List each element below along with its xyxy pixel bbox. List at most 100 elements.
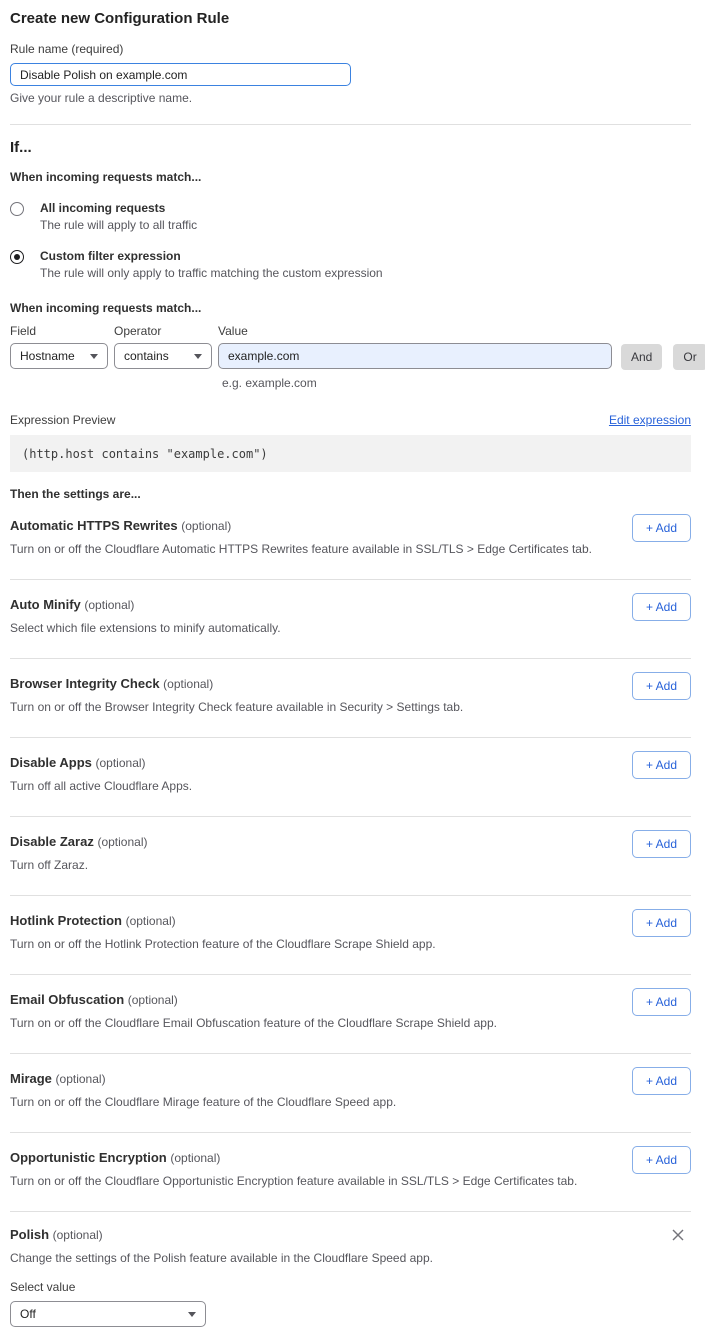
add-setting-button[interactable]: + Add <box>632 1146 691 1174</box>
operator-select[interactable]: contains <box>114 343 212 369</box>
setting-name: Mirage <box>10 1071 52 1086</box>
setting-row: Email Obfuscation (optional) Turn on or … <box>10 975 691 1054</box>
radio-option-label: All incoming requests <box>40 201 197 215</box>
close-icon[interactable] <box>671 1228 685 1242</box>
add-setting-button[interactable]: + Add <box>632 751 691 779</box>
setting-name: Polish <box>10 1227 49 1242</box>
polish-value-select[interactable]: Off <box>10 1301 206 1327</box>
operator-select-value: contains <box>124 349 169 363</box>
setting-title: Polish (optional) <box>10 1227 691 1242</box>
select-value-label: Select value <box>10 1280 691 1294</box>
if-heading: If... <box>10 139 691 156</box>
rule-name-label: Rule name (required) <box>10 42 691 56</box>
value-help-text: e.g. example.com <box>222 376 691 390</box>
setting-optional-tag: (optional) <box>84 598 134 612</box>
radio-option-label: Custom filter expression <box>40 249 383 263</box>
setting-optional-tag: (optional) <box>181 519 231 533</box>
setting-title: Opportunistic Encryption (optional) <box>10 1150 691 1165</box>
radio-option-custom-filter-expression[interactable]: Custom filter expression The rule will o… <box>10 249 691 280</box>
setting-name: Email Obfuscation <box>10 992 124 1007</box>
expression-builder-heading: When incoming requests match... <box>10 301 691 315</box>
expression-builder-row: Field Hostname Operator contains Value A… <box>10 324 691 370</box>
radio-option-description: The rule will only apply to traffic matc… <box>40 266 383 280</box>
add-setting-button[interactable]: + Add <box>632 830 691 858</box>
setting-optional-tag: (optional) <box>96 756 146 770</box>
setting-title: Mirage (optional) <box>10 1071 691 1086</box>
setting-description: Turn on or off the Cloudflare Email Obfu… <box>10 1016 691 1030</box>
setting-optional-tag: (optional) <box>128 993 178 1007</box>
then-settings-heading: Then the settings are... <box>10 487 691 501</box>
setting-name: Disable Zaraz <box>10 834 94 849</box>
setting-description: Turn on or off the Cloudflare Automatic … <box>10 542 691 556</box>
add-setting-button[interactable]: + Add <box>632 1067 691 1095</box>
setting-title: Auto Minify (optional) <box>10 597 691 612</box>
add-setting-button[interactable]: + Add <box>632 593 691 621</box>
setting-row: Browser Integrity Check (optional) Turn … <box>10 659 691 738</box>
setting-name: Browser Integrity Check <box>10 676 160 691</box>
setting-row: Disable Apps (optional) Turn off all act… <box>10 738 691 817</box>
radio-selected-icon[interactable] <box>10 250 24 264</box>
setting-description: Change the settings of the Polish featur… <box>10 1251 691 1265</box>
setting-title: Browser Integrity Check (optional) <box>10 676 691 691</box>
field-select[interactable]: Hostname <box>10 343 108 369</box>
setting-title: Hotlink Protection (optional) <box>10 913 691 928</box>
add-setting-button[interactable]: + Add <box>632 909 691 937</box>
setting-optional-tag: (optional) <box>126 914 176 928</box>
setting-optional-tag: (optional) <box>97 835 147 849</box>
setting-description: Turn off all active Cloudflare Apps. <box>10 779 691 793</box>
setting-row: Disable Zaraz (optional) Turn off Zaraz.… <box>10 817 691 896</box>
edit-expression-link[interactable]: Edit expression <box>609 413 691 427</box>
setting-title: Disable Apps (optional) <box>10 755 691 770</box>
setting-description: Select which file extensions to minify a… <box>10 621 691 635</box>
setting-name: Disable Apps <box>10 755 92 770</box>
polish-select-value: Off <box>20 1307 36 1321</box>
setting-row: Automatic HTTPS Rewrites (optional) Turn… <box>10 501 691 580</box>
chevron-down-icon <box>90 354 98 359</box>
setting-title: Email Obfuscation (optional) <box>10 992 691 1007</box>
expression-preview-code: (http.host contains "example.com") <box>10 435 691 472</box>
setting-optional-tag: (optional) <box>56 1072 106 1086</box>
settings-list: Automatic HTTPS Rewrites (optional) Turn… <box>10 501 691 1212</box>
or-button[interactable]: Or <box>673 344 705 370</box>
setting-row: Mirage (optional) Turn on or off the Clo… <box>10 1054 691 1133</box>
setting-row: Auto Minify (optional) Select which file… <box>10 580 691 659</box>
operator-label: Operator <box>114 324 212 338</box>
radio-option-description: The rule will apply to all traffic <box>40 218 197 232</box>
setting-description: Turn off Zaraz. <box>10 858 691 872</box>
setting-title: Automatic HTTPS Rewrites (optional) <box>10 518 691 533</box>
setting-optional-tag: (optional) <box>53 1228 103 1242</box>
setting-optional-tag: (optional) <box>163 677 213 691</box>
setting-name: Automatic HTTPS Rewrites <box>10 518 178 533</box>
create-configuration-rule-form: Create new Configuration Rule Rule name … <box>0 10 705 1327</box>
setting-title: Disable Zaraz (optional) <box>10 834 691 849</box>
setting-name: Hotlink Protection <box>10 913 122 928</box>
and-button[interactable]: And <box>621 344 662 370</box>
setting-description: Turn on or off the Hotlink Protection fe… <box>10 937 691 951</box>
value-label: Value <box>218 324 612 338</box>
section-divider <box>10 124 691 125</box>
rule-name-help: Give your rule a descriptive name. <box>10 91 691 105</box>
setting-description: Turn on or off the Browser Integrity Che… <box>10 700 691 714</box>
field-label: Field <box>10 324 108 338</box>
setting-row: Hotlink Protection (optional) Turn on or… <box>10 896 691 975</box>
chevron-down-icon <box>194 354 202 359</box>
radio-unselected-icon[interactable] <box>10 202 24 216</box>
page-title: Create new Configuration Rule <box>10 10 691 27</box>
field-select-value: Hostname <box>20 349 75 363</box>
setting-optional-tag: (optional) <box>170 1151 220 1165</box>
add-setting-button[interactable]: + Add <box>632 988 691 1016</box>
chevron-down-icon <box>188 1312 196 1317</box>
rule-name-input[interactable] <box>10 63 351 86</box>
setting-row-polish: Polish (optional) Change the settings of… <box>10 1212 691 1327</box>
radio-option-all-incoming-requests[interactable]: All incoming requests The rule will appl… <box>10 201 691 232</box>
setting-description: Turn on or off the Cloudflare Mirage fea… <box>10 1095 691 1109</box>
value-input[interactable] <box>218 343 612 369</box>
match-heading: When incoming requests match... <box>10 170 691 184</box>
setting-description: Turn on or off the Cloudflare Opportunis… <box>10 1174 691 1188</box>
add-setting-button[interactable]: + Add <box>632 514 691 542</box>
add-setting-button[interactable]: + Add <box>632 672 691 700</box>
expression-preview-label: Expression Preview <box>10 413 115 427</box>
setting-name: Opportunistic Encryption <box>10 1150 167 1165</box>
setting-row: Opportunistic Encryption (optional) Turn… <box>10 1133 691 1212</box>
setting-name: Auto Minify <box>10 597 81 612</box>
